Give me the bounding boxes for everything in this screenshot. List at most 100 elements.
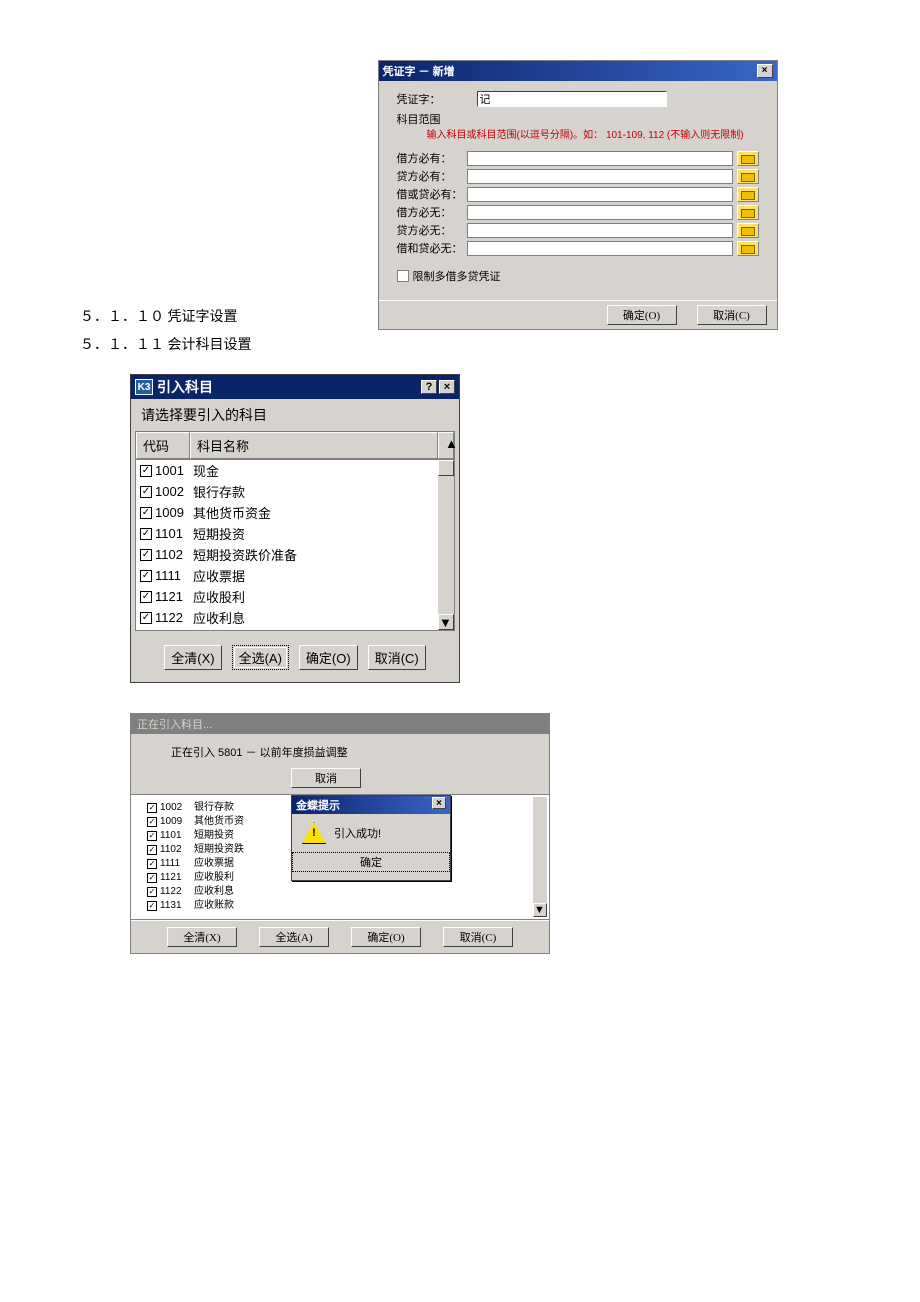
- row-checkbox[interactable]: ✓: [147, 831, 157, 841]
- browse-icon[interactable]: [737, 241, 759, 256]
- debit-none-input[interactable]: [467, 205, 733, 220]
- progress-text: 正在引入 5801 － 以前年度损益调整: [171, 744, 529, 760]
- table-row[interactable]: ✓1102短期投资跌价准备: [136, 544, 454, 565]
- row-checkbox[interactable]: ✓: [140, 612, 152, 624]
- cancel-button[interactable]: 取消(C): [697, 305, 767, 325]
- browse-icon[interactable]: [737, 187, 759, 202]
- table-row[interactable]: ✓1002银行存款: [136, 481, 454, 502]
- ok-button[interactable]: 确定(O): [351, 927, 421, 947]
- row-checkbox[interactable]: ✓: [147, 901, 157, 911]
- section-caption-2: ５．１．１１ 会计科目设置: [80, 334, 840, 354]
- scrollbar[interactable]: ▼: [533, 797, 547, 917]
- row-name: 应收账款: [194, 899, 234, 913]
- select-all-button[interactable]: 全选(A): [232, 645, 289, 670]
- row-checkbox[interactable]: ✓: [147, 887, 157, 897]
- app-logo-icon: K3: [135, 379, 153, 395]
- close-icon[interactable]: ×: [439, 380, 455, 394]
- col-code: 代码: [136, 432, 190, 459]
- browse-icon[interactable]: [737, 223, 759, 238]
- table-row[interactable]: ✓1111应收票据: [136, 565, 454, 586]
- section-caption-1: ５．１．１０ 凭证字设置: [80, 306, 238, 326]
- row-code: 1101: [155, 526, 193, 541]
- ok-button[interactable]: 确定(O): [299, 645, 358, 670]
- table-row[interactable]: ✓1121应收股利: [136, 586, 454, 607]
- scroll-thumb[interactable]: [438, 460, 454, 476]
- table-row[interactable]: ✓1009其他货币资金: [136, 502, 454, 523]
- row-name: 短期投资跌: [194, 843, 244, 857]
- credit-none-input[interactable]: [467, 223, 733, 238]
- table-header: 代码 科目名称 ▲: [136, 432, 454, 460]
- scroll-down-icon[interactable]: ▼: [533, 903, 547, 917]
- browse-icon[interactable]: [737, 205, 759, 220]
- either-must-label: 借或贷必有：: [397, 186, 467, 202]
- row-checkbox[interactable]: ✓: [147, 859, 157, 869]
- scroll-down-icon[interactable]: ▼: [438, 614, 454, 630]
- ok-button[interactable]: 确定: [292, 852, 450, 872]
- row-name: 应收股利: [193, 587, 245, 606]
- cancel-button[interactable]: 取消: [291, 768, 361, 788]
- message-box: 金蝶提示 × ! 引入成功! 确定: [291, 795, 451, 881]
- row-name: 短期投资: [194, 829, 234, 843]
- titlebar: 正在引入科目...: [131, 714, 549, 734]
- clear-all-button[interactable]: 全清(X): [164, 645, 221, 670]
- credit-must-input[interactable]: [467, 169, 733, 184]
- table-row[interactable]: ✓1131应收账款: [136, 628, 454, 630]
- close-icon[interactable]: ×: [432, 797, 446, 809]
- row-checkbox[interactable]: ✓: [140, 486, 152, 498]
- row-checkbox[interactable]: ✓: [147, 873, 157, 883]
- row-checkbox[interactable]: ✓: [140, 570, 152, 582]
- scope-hint: 输入科目或科目范围(以逗号分隔)。如： 101-109, 112 (不输入则无限…: [427, 129, 759, 142]
- row-name: 银行存款: [194, 801, 234, 815]
- row-checkbox[interactable]: ✓: [140, 465, 152, 477]
- row-code: 1102: [155, 547, 193, 562]
- browse-icon[interactable]: [737, 151, 759, 166]
- row-code: 1009: [155, 505, 193, 520]
- voucher-code-input[interactable]: [477, 91, 667, 107]
- row-checkbox[interactable]: ✓: [140, 528, 152, 540]
- row-code: 1121: [155, 589, 193, 604]
- table-row[interactable]: ✓1001现金: [136, 460, 454, 481]
- row-name: 应收利息: [193, 608, 245, 627]
- row-name: 应收账款: [193, 629, 245, 630]
- cancel-button[interactable]: 取消(C): [368, 645, 426, 670]
- either-must-input[interactable]: [467, 187, 733, 202]
- row-checkbox[interactable]: ✓: [140, 549, 152, 561]
- row-name: 短期投资跌价准备: [193, 545, 297, 564]
- select-all-button[interactable]: 全选(A): [259, 927, 329, 947]
- help-icon[interactable]: ?: [421, 380, 437, 394]
- browse-icon[interactable]: [737, 169, 759, 184]
- row-code: 1122: [160, 885, 194, 899]
- row-checkbox[interactable]: ✓: [140, 507, 152, 519]
- row-code: 1002: [155, 484, 193, 499]
- msgbox-text: 引入成功!: [334, 825, 381, 841]
- table-row[interactable]: ✓1101短期投资: [136, 523, 454, 544]
- scrollbar[interactable]: ▼: [438, 460, 454, 630]
- row-name: 应收利息: [194, 885, 234, 899]
- table-row[interactable]: ✓1122应收利息: [136, 607, 454, 628]
- both-none-input[interactable]: [467, 241, 733, 256]
- row-name: 应收票据: [193, 566, 245, 585]
- row-checkbox[interactable]: ✓: [147, 803, 157, 813]
- row-name: 其他货币资: [194, 815, 244, 829]
- dialog-title: 凭证字 － 新增: [383, 63, 455, 79]
- row-name: 短期投资: [193, 524, 245, 543]
- close-icon[interactable]: ×: [757, 64, 773, 78]
- debit-must-label: 借方必有：: [397, 150, 467, 166]
- col-name: 科目名称: [190, 432, 438, 459]
- debit-must-input[interactable]: [467, 151, 733, 166]
- row-name: 银行存款: [193, 482, 245, 501]
- ok-button[interactable]: 确定(O): [607, 305, 677, 325]
- scope-group-label: 科目范围: [397, 111, 759, 127]
- row-checkbox[interactable]: ✓: [147, 845, 157, 855]
- cancel-button[interactable]: 取消(C): [443, 927, 513, 947]
- row-checkbox[interactable]: ✓: [140, 591, 152, 603]
- row-code: 1102: [160, 843, 194, 857]
- row-name: 应收股利: [194, 871, 234, 885]
- scroll-up-icon[interactable]: ▲: [438, 432, 454, 459]
- row-name: 其他货币资金: [193, 503, 271, 522]
- clear-all-button[interactable]: 全清(X): [167, 927, 237, 947]
- row-checkbox[interactable]: ✓: [147, 817, 157, 827]
- table-row: ✓1131应收账款: [147, 899, 539, 913]
- import-progress-dialog: 正在引入科目... 正在引入 5801 － 以前年度损益调整 取消 ▼ ✓100…: [130, 713, 550, 954]
- restrict-checkbox[interactable]: [397, 270, 409, 282]
